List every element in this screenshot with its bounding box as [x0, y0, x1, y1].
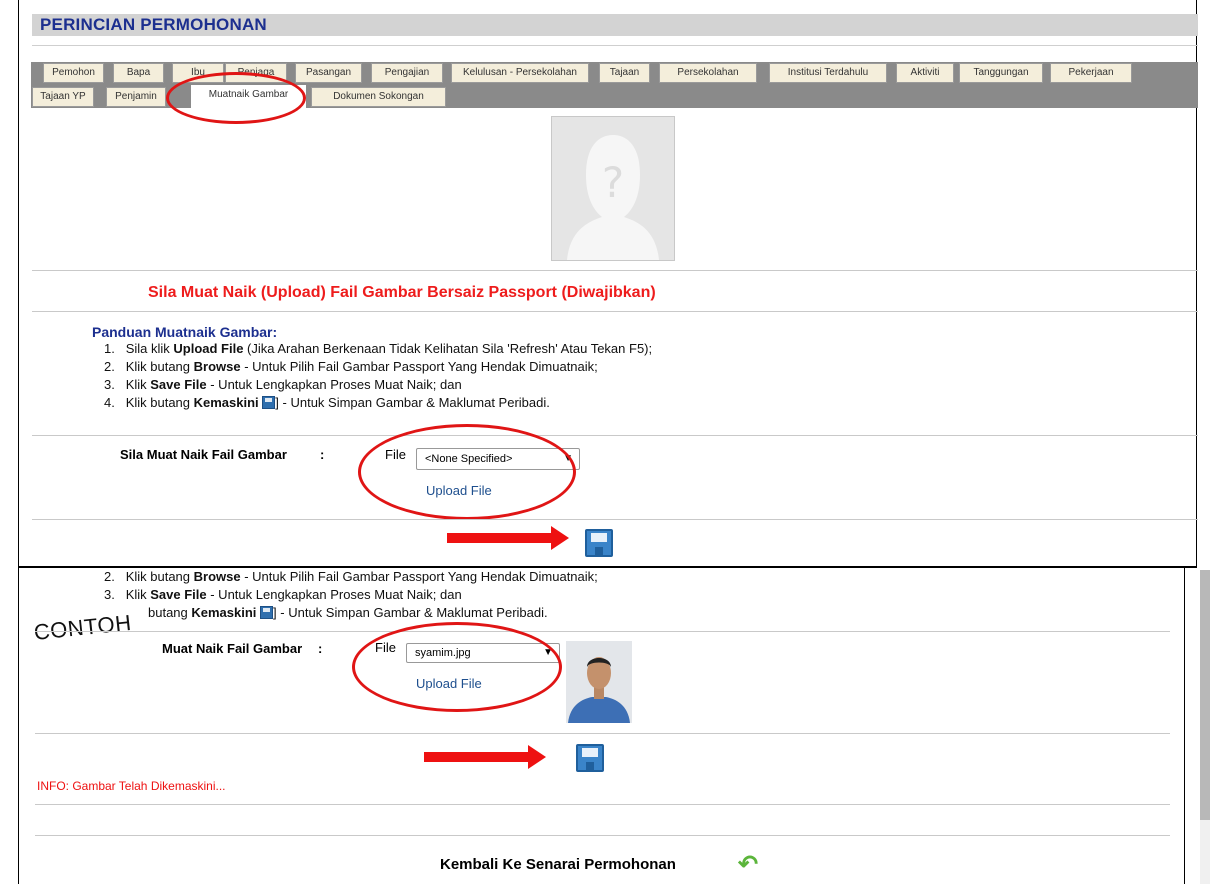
divider: [32, 311, 1198, 312]
tab-dokumen-sokongan[interactable]: Dokumen Sokongan: [311, 87, 446, 107]
example-upload-label: Muat Naik Fail Gambar: [162, 641, 303, 656]
tab-aktiviti[interactable]: Aktiviti: [896, 63, 954, 83]
save-button[interactable]: [585, 529, 613, 557]
svg-text:?: ?: [602, 158, 624, 207]
example-step-4: butang Kemaskini ] - Untuk Simpan Gambar…: [148, 605, 548, 620]
guide-step-3: 3. Klik Save File - Untuk Lengkapkan Pro…: [104, 377, 462, 392]
divider: [32, 270, 1198, 271]
upload-label: Sila Muat Naik Fail Gambar: [120, 447, 287, 462]
tab-pasangan[interactable]: Pasangan: [295, 63, 362, 83]
guide-step-2: 2. Klik butang Browse - Untuk Pilih Fail…: [104, 359, 598, 374]
example-step-3: 3. Klik Save File - Untuk Lengkapkan Pro…: [104, 587, 462, 602]
annotation-arrow-head: [551, 526, 569, 550]
upload-colon: :: [320, 447, 325, 462]
tab-institusi-terdahulu[interactable]: Institusi Terdahulu: [769, 63, 887, 83]
save-icon: [262, 396, 276, 409]
info-message: INFO: Gambar Telah Dikemaskini...: [37, 779, 226, 793]
guide-step-4: 4. Klik butang Kemaskini ] - Untuk Simpa…: [104, 395, 550, 410]
tab-tanggungan[interactable]: Tanggungan: [959, 63, 1043, 83]
tab-penjamin[interactable]: Penjamin: [106, 87, 166, 107]
frame-line: [18, 568, 19, 884]
annotation-circle: [352, 622, 562, 712]
divider: [32, 435, 1198, 436]
annotation-circle: [166, 72, 306, 124]
guide-heading: Panduan Muatnaik Gambar:: [92, 324, 278, 340]
save-icon: [260, 606, 274, 619]
divider: [32, 45, 1198, 46]
annotation-arrow: [447, 533, 555, 543]
divider: [35, 804, 1170, 805]
frame-line: [18, 0, 19, 567]
scrollbar-thumb[interactable]: [1200, 570, 1210, 820]
divider: [32, 519, 1198, 520]
tab-persekolahan[interactable]: Persekolahan: [659, 63, 757, 83]
contoh-label: CONTOH: [32, 609, 133, 645]
divider: [35, 835, 1170, 836]
tab-pengajian[interactable]: Pengajian: [371, 63, 443, 83]
annotation-arrow: [424, 752, 532, 762]
frame-line: [1184, 568, 1185, 884]
tab-pekerjaan[interactable]: Pekerjaan: [1050, 63, 1132, 83]
guide-step-1: 1. Sila klik Upload File (Jika Arahan Be…: [104, 341, 653, 356]
tab-bapa[interactable]: Bapa: [113, 63, 164, 83]
tab-tajaan[interactable]: Tajaan: [599, 63, 650, 83]
required-message: Sila Muat Naik (Upload) Fail Gambar Bers…: [148, 284, 656, 301]
return-arrow-icon[interactable]: ↶: [738, 850, 758, 879]
tab-kelulusan-persekolahan[interactable]: Kelulusan - Persekolahan: [451, 63, 589, 83]
example-photo: [566, 641, 632, 723]
example-step-2: 2. Klik butang Browse - Untuk Pilih Fail…: [104, 569, 598, 584]
screenshot-divider: [18, 566, 1197, 568]
back-to-list-link[interactable]: Kembali Ke Senarai Permohonan: [440, 856, 676, 873]
tab-pemohon[interactable]: Pemohon: [43, 63, 104, 83]
annotation-circle: [358, 424, 576, 520]
page-title: PERINCIAN PERMOHONAN: [40, 15, 267, 34]
profile-photo-placeholder: ?: [551, 116, 675, 261]
example-save-button[interactable]: [576, 744, 604, 772]
tab-tajaan-yp[interactable]: Tajaan YP: [32, 87, 94, 107]
annotation-arrow-head: [528, 745, 546, 769]
divider: [35, 733, 1170, 734]
divider: [35, 631, 1170, 632]
example-upload-colon: :: [318, 641, 323, 656]
